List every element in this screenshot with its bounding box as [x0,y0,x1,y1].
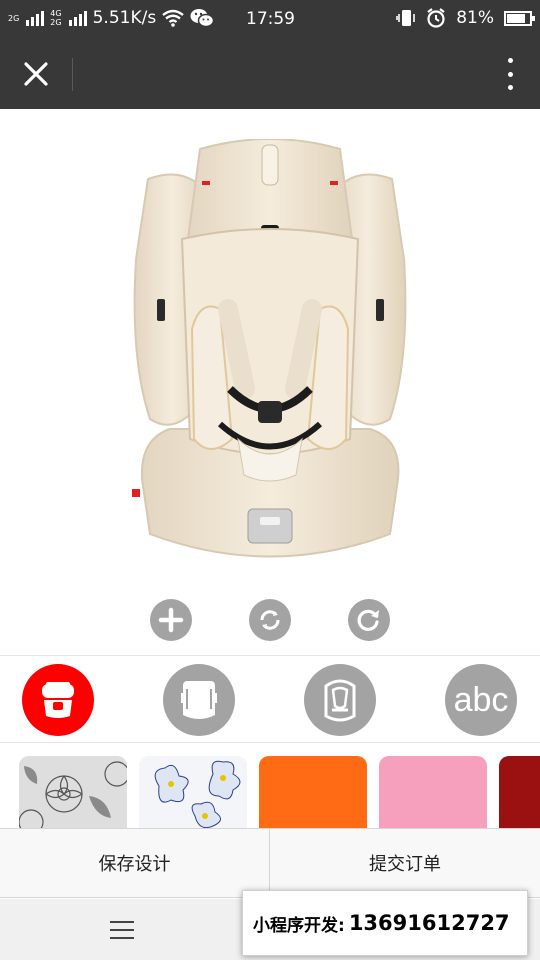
design-actions [0,599,540,641]
developer-label: 小程序开发: [253,915,345,936]
bottom-buttons: 保存设计 提交订单 [0,828,540,898]
signal-icon-2 [68,10,87,26]
product-preview [0,109,540,589]
swatch-grey-floral[interactable] [19,756,127,828]
battery-percent: 81% [456,8,494,28]
menu-icon[interactable] [110,921,134,939]
tab-text[interactable]: abc [445,664,517,736]
battery-icon [504,10,535,26]
swatch-blue-floral[interactable] [139,756,247,828]
text-tab-label: abc [453,680,509,719]
swatch-orange[interactable] [259,756,367,828]
network-speed: 5.51K/s [92,8,157,28]
swatch-pink[interactable] [379,756,487,828]
title-divider [72,58,73,91]
alarm-icon [427,8,445,28]
tab-seat-top[interactable] [304,664,376,736]
design-tabs: abc [0,655,540,743]
developer-contact-badge: 小程序开发: 13691612727 [242,890,528,956]
developer-phone: 13691612727 [348,911,510,935]
car-seat-image [132,139,407,558]
close-button[interactable] [18,56,54,92]
save-design-button[interactable]: 保存设计 [0,829,270,897]
seat-back-icon [181,681,217,719]
rotate-icon [357,609,379,631]
reset-button[interactable] [249,599,291,641]
more-vertical-icon [507,58,513,63]
tab-seat-back[interactable] [163,664,235,736]
title-bar [0,38,540,109]
more-options-button[interactable] [504,58,516,90]
vibrate-icon [396,10,416,26]
tab-seat-front[interactable] [22,664,94,736]
wechat-icon [190,9,215,28]
status-time: 17:59 [246,9,295,29]
signal-icon [26,10,45,26]
seat-front-icon [42,682,74,718]
seat-top-icon [324,679,356,722]
status-bar: 2G 4G 2G 5.51K/s 17:59 81% [0,0,540,38]
network-4g-label: 4G 2G [50,9,62,27]
fabric-swatches [0,744,540,828]
submit-order-button[interactable]: 提交订单 [270,829,540,897]
close-icon [24,62,48,86]
rotate-button[interactable] [348,599,390,641]
refresh-ring-icon [260,610,280,630]
plus-icon [158,607,184,633]
network-2g-label: 2G [8,13,20,23]
wifi-icon [162,9,184,27]
add-button[interactable] [150,599,192,641]
swatch-dark-red[interactable] [499,756,540,828]
